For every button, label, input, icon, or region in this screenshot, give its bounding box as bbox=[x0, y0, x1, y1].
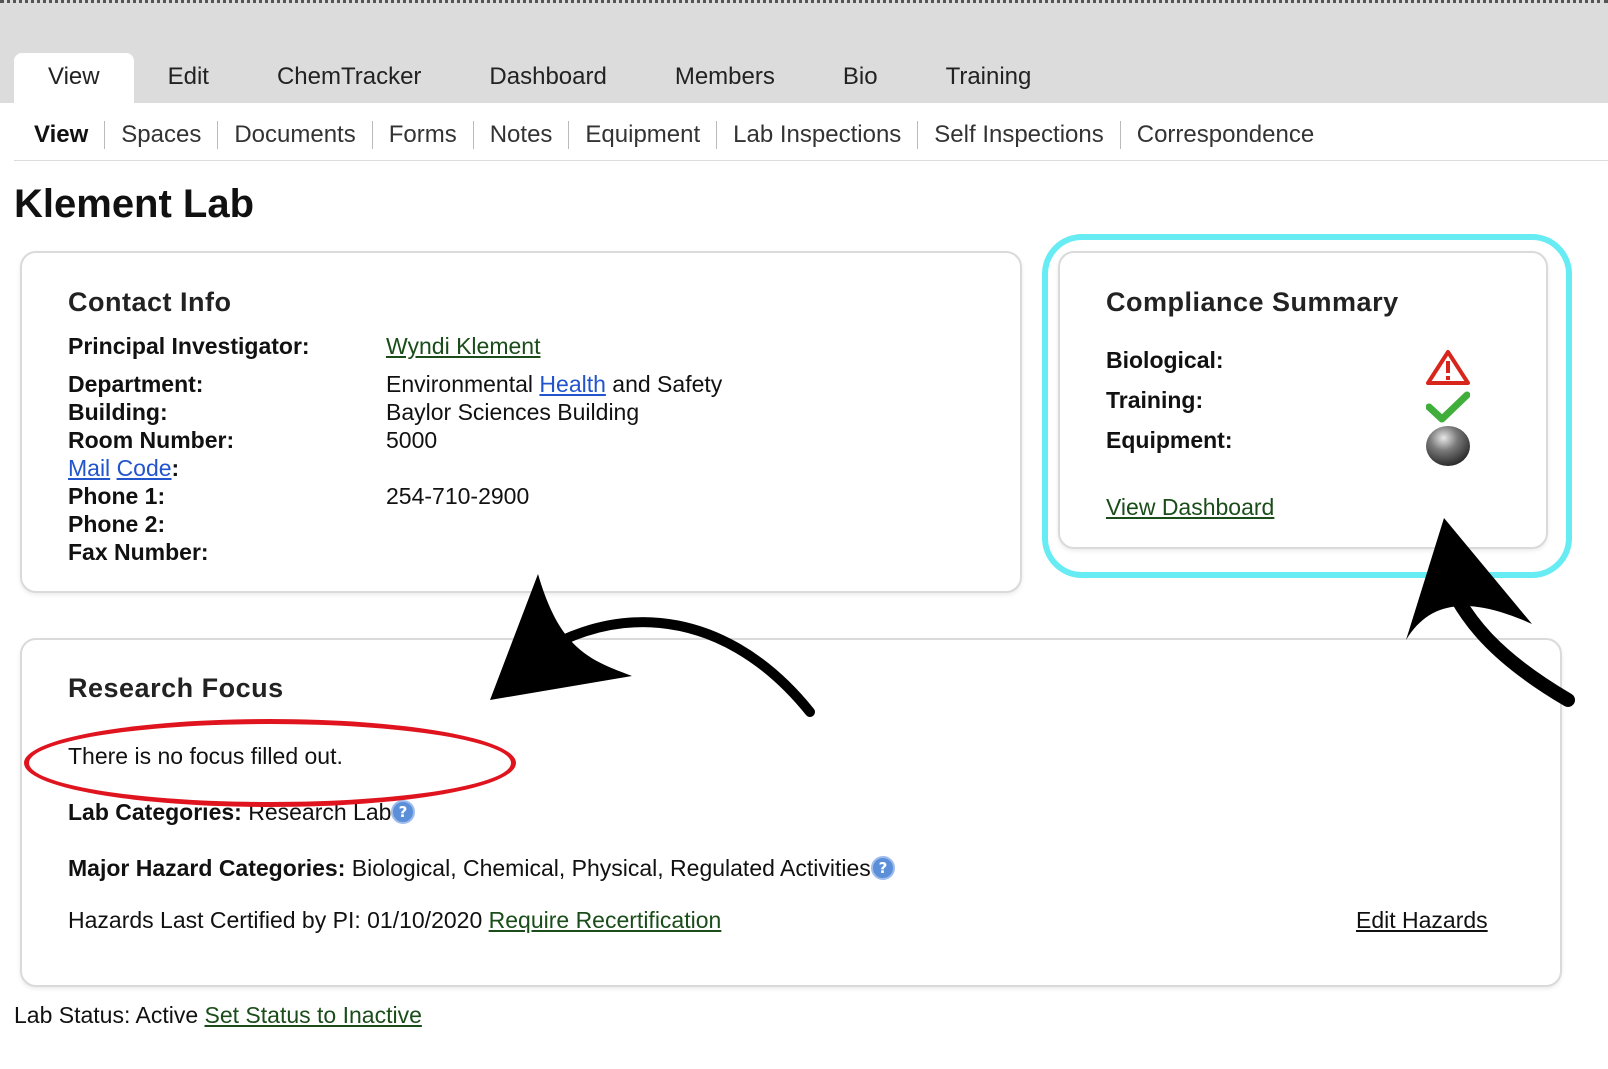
annotation-arrows bbox=[490, 518, 1575, 717]
arrow-left-head bbox=[490, 574, 632, 700]
